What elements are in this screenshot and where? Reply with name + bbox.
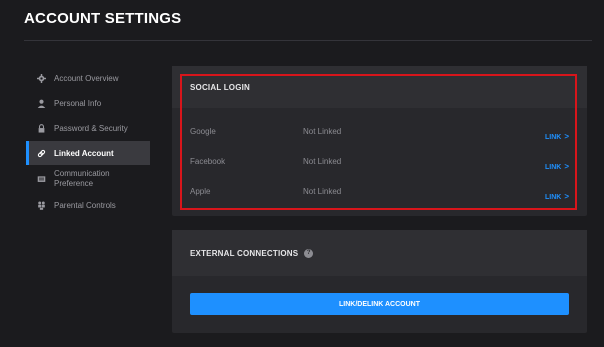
sidebar-item-account-overview[interactable]: Account Overview <box>26 66 150 90</box>
link-icon <box>36 148 46 158</box>
chevron-right-icon: > <box>564 162 569 171</box>
external-connections-panel: EXTERNAL CONNECTIONS ? LINK/DELINK ACCOU… <box>172 230 587 333</box>
sidebar-item-label: Personal Info <box>54 98 102 108</box>
chevron-right-icon: > <box>564 132 569 141</box>
link-delink-account-button[interactable]: LINK/DELINK ACCOUNT <box>190 293 569 315</box>
provider-name: Facebook <box>190 156 226 166</box>
sidebar-item-linked-account[interactable]: Linked Account <box>26 141 150 165</box>
sidebar-item-password-security[interactable]: Password & Security <box>26 116 150 140</box>
link-status: Not Linked <box>303 126 342 136</box>
sidebar-item-label: Parental Controls <box>54 200 116 210</box>
external-connections-header: EXTERNAL CONNECTIONS ? <box>172 230 587 276</box>
link-google-button[interactable]: LINK > <box>545 132 569 141</box>
link-status: Not Linked <box>303 186 342 196</box>
sidebar-item-label-line2: Preference <box>54 179 94 188</box>
family-icon <box>36 200 46 210</box>
social-login-panel: SOCIAL LOGIN Google Not Linked LINK > Fac… <box>172 66 587 216</box>
social-login-row-google: Google Not Linked LINK > <box>172 116 587 146</box>
social-login-row-facebook: Facebook Not Linked LINK > <box>172 146 587 176</box>
sidebar-item-label: Password & Security <box>54 123 128 133</box>
sidebar-item-parental-controls[interactable]: Parental Controls <box>26 193 150 217</box>
sidebar-item-communication-preference[interactable]: Communication Preference <box>26 166 150 192</box>
sidebar-item-label-line1: Communication <box>54 169 110 178</box>
help-icon[interactable]: ? <box>304 248 314 258</box>
external-connections-title: EXTERNAL CONNECTIONS <box>190 248 299 258</box>
link-facebook-button[interactable]: LINK > <box>545 162 569 171</box>
provider-name: Apple <box>190 186 211 196</box>
page-title: ACCOUNT SETTINGS <box>24 10 182 27</box>
sidebar: Account Overview Personal Info Password … <box>26 66 150 218</box>
sidebar-item-personal-info[interactable]: Personal Info <box>26 91 150 115</box>
gear-icon <box>36 73 46 83</box>
chevron-right-icon: > <box>564 192 569 201</box>
title-divider <box>24 40 592 41</box>
social-login-header: SOCIAL LOGIN <box>172 66 587 108</box>
link-status: Not Linked <box>303 156 342 166</box>
message-icon <box>36 174 46 184</box>
social-login-row-apple: Apple Not Linked LINK > <box>172 176 587 206</box>
lock-icon <box>36 123 46 133</box>
provider-name: Google <box>190 126 216 136</box>
link-apple-button[interactable]: LINK > <box>545 192 569 201</box>
sidebar-item-label: Linked Account <box>54 148 114 158</box>
person-icon <box>36 98 46 108</box>
sidebar-item-label: Communication Preference <box>54 169 110 189</box>
sidebar-item-label: Account Overview <box>54 73 119 83</box>
